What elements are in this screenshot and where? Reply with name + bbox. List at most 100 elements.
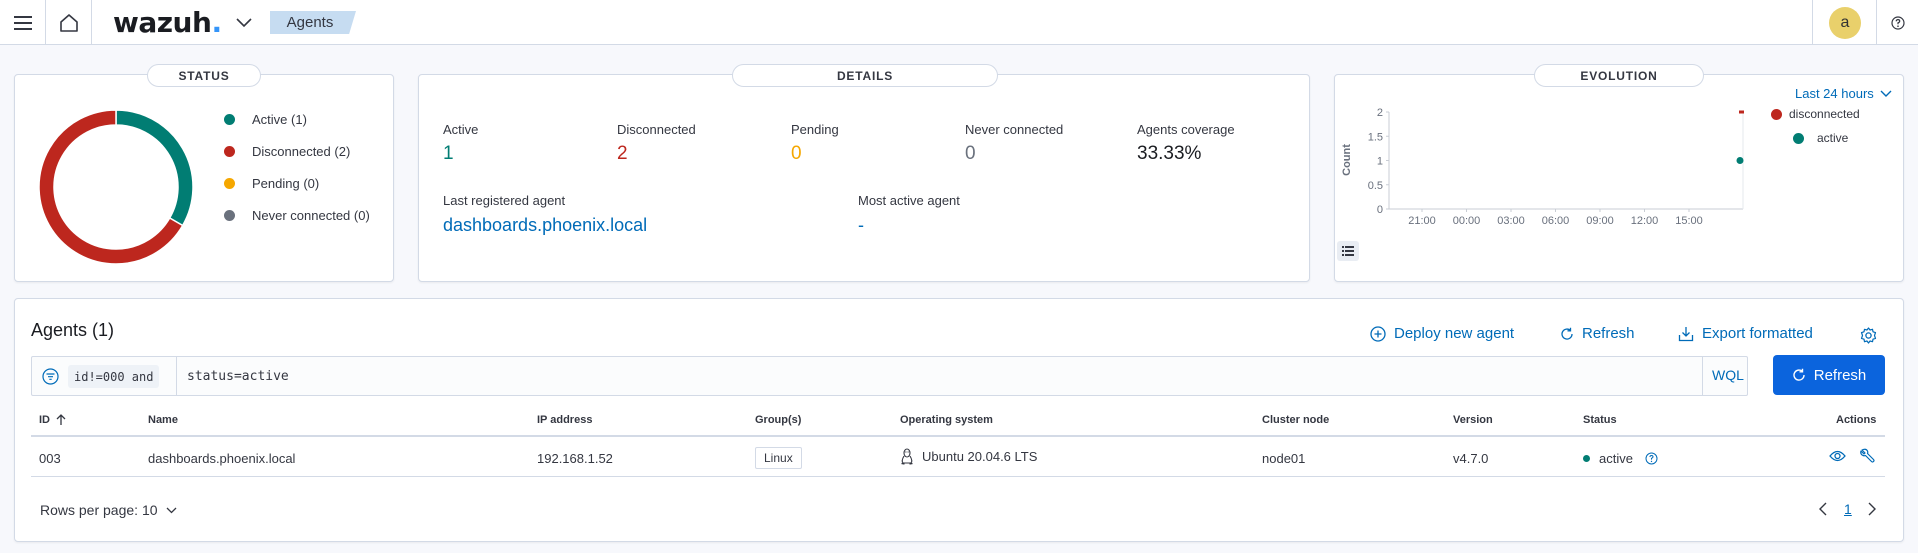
user-avatar[interactable]: a <box>1829 7 1861 39</box>
plus-circle-icon <box>1370 325 1386 342</box>
never-connected-count[interactable]: 0 <box>965 143 976 165</box>
series-point-disconnected[interactable] <box>1739 110 1744 114</box>
group-badge[interactable]: Linux <box>755 447 802 469</box>
column-header-cluster[interactable]: Cluster node <box>1262 414 1329 426</box>
home-button[interactable] <box>46 0 91 45</box>
legend-never-connected[interactable]: Never connected (0) <box>224 208 370 223</box>
previous-page-button[interactable] <box>1818 502 1828 521</box>
x-tick-label: 00:00 <box>1453 215 1481 225</box>
column-header-groups[interactable]: Group(s) <box>755 414 801 426</box>
evolution-panel: EVOLUTION Last 24 hours 2 1.5 1 0.5 0 21:00 00… <box>1334 64 1904 282</box>
pending-label: Pending <box>791 122 839 137</box>
legend-disconnected[interactable]: disconnected <box>1771 107 1860 121</box>
filter-button[interactable] <box>42 368 59 390</box>
column-header-os[interactable]: Operating system <box>900 414 993 426</box>
status-help-icon[interactable] <box>1645 452 1658 465</box>
disconnected-count[interactable]: 2 <box>617 143 628 165</box>
refresh-button[interactable]: Refresh <box>1773 355 1885 395</box>
last-registered-label: Last registered agent <box>443 193 566 208</box>
legend-dot <box>1771 108 1782 120</box>
column-header-name[interactable]: Name <box>148 414 178 426</box>
cell-id: 003 <box>39 451 61 466</box>
chevron-down-icon <box>236 17 252 27</box>
y-tick-label: 0.5 <box>1368 180 1383 192</box>
never-connected-label: Never connected <box>965 122 1064 137</box>
sort-ascending-icon <box>56 414 66 425</box>
hamburger-icon <box>13 15 32 30</box>
query-prefix-tag: id!=000 and <box>68 365 160 388</box>
search-input[interactable] <box>187 366 1687 386</box>
toggle-legend-button[interactable] <box>1337 241 1359 261</box>
rows-per-page-selector[interactable]: Rows per page: 10 <box>40 502 177 518</box>
y-tick-label: 1.5 <box>1368 131 1383 143</box>
eye-icon <box>1829 450 1846 462</box>
active-count[interactable]: 1 <box>443 143 454 165</box>
page-1-button[interactable]: 1 <box>1844 501 1852 517</box>
help-icon <box>1890 15 1905 30</box>
legend-pending[interactable]: Pending (0) <box>224 176 319 191</box>
status-dot <box>1583 455 1590 462</box>
table-settings-button[interactable] <box>1860 327 1877 349</box>
agents-coverage-value: 33.33% <box>1137 143 1202 164</box>
y-axis-title: Count <box>1341 144 1353 176</box>
filter-icon <box>42 368 59 385</box>
status-panel-title: STATUS <box>147 64 261 87</box>
y-tick-label: 1 <box>1377 156 1383 168</box>
refresh-icon <box>1561 327 1573 340</box>
wrench-icon <box>1860 448 1875 463</box>
agents-table-title: Agents (1) <box>31 320 115 340</box>
status-donut-chart <box>38 109 194 265</box>
gear-icon <box>1860 327 1877 344</box>
linux-icon <box>901 448 913 465</box>
wazuh-logo[interactable]: wazuh. <box>113 6 222 39</box>
refresh-link-button[interactable]: Refresh <box>1560 325 1635 342</box>
column-header-id[interactable]: ID <box>39 414 66 426</box>
menu-toggle-button[interactable] <box>0 0 45 45</box>
deploy-new-agent-button[interactable]: Deploy new agent <box>1370 325 1514 342</box>
chevron-down-icon <box>166 507 176 513</box>
next-page-button[interactable] <box>1867 502 1877 521</box>
wql-toggle-button[interactable]: WQL <box>1712 367 1744 383</box>
donut-slice-active[interactable] <box>115 109 194 227</box>
series-point-active[interactable] <box>1736 157 1744 164</box>
x-tick-label: 09:00 <box>1586 215 1614 225</box>
agents-coverage-label: Agents coverage <box>1137 122 1235 137</box>
most-active-agent-link[interactable]: - <box>858 215 864 236</box>
x-tick-label: 12:00 <box>1631 215 1659 225</box>
last-registered-agent-link[interactable]: dashboards.phoenix.local <box>443 215 647 236</box>
chevron-left-icon <box>1819 502 1827 516</box>
x-tick-label: 21:00 <box>1408 215 1436 225</box>
legend-disconnected[interactable]: Disconnected (2) <box>224 144 350 159</box>
export-formatted-button[interactable]: Export formatted <box>1678 325 1813 342</box>
x-tick-label: 06:00 <box>1542 215 1570 225</box>
evolution-line-chart: 2 1.5 1 0.5 0 21:00 00:00 03:00 06:00 09:00 12:00 1… <box>1341 107 1744 225</box>
legend-dot <box>1793 132 1804 144</box>
cell-cluster: node01 <box>1262 451 1306 466</box>
cell-ip: 192.168.1.52 <box>537 451 613 466</box>
app-menu-dropdown[interactable] <box>232 0 256 45</box>
cell-name: dashboards.phoenix.local <box>148 451 296 466</box>
search-bar: id!=000 and WQL <box>31 356 1748 396</box>
column-header-ip[interactable]: IP address <box>537 414 592 426</box>
legend-active[interactable]: Active (1) <box>224 112 307 127</box>
help-button[interactable] <box>1877 0 1918 45</box>
time-range-selector[interactable]: Last 24 hours <box>1795 86 1892 101</box>
export-icon <box>1678 326 1694 341</box>
x-tick-label: 15:00 <box>1675 215 1703 225</box>
configure-agent-button[interactable] <box>1859 448 1875 469</box>
details-panel: DETAILS Active 1 Disconnected 2 Pending … <box>418 64 1310 282</box>
column-header-status[interactable]: Status <box>1583 414 1617 426</box>
top-navigation-bar: wazuh. Agents a <box>0 0 1918 45</box>
chevron-right-icon <box>1868 502 1876 516</box>
column-header-version[interactable]: Version <box>1453 414 1493 426</box>
breadcrumb-agents[interactable]: Agents <box>270 11 356 34</box>
refresh-icon <box>1793 368 1805 381</box>
list-icon <box>1342 246 1354 256</box>
legend-active[interactable]: active <box>1793 131 1848 145</box>
y-tick-label: 0 <box>1377 204 1383 216</box>
view-agent-button[interactable] <box>1829 449 1846 468</box>
cell-os: Ubuntu 20.04.6 LTS <box>900 448 1037 465</box>
chevron-down-icon <box>1880 90 1892 97</box>
x-tick-label: 03:00 <box>1497 215 1525 225</box>
pending-count[interactable]: 0 <box>791 143 802 165</box>
